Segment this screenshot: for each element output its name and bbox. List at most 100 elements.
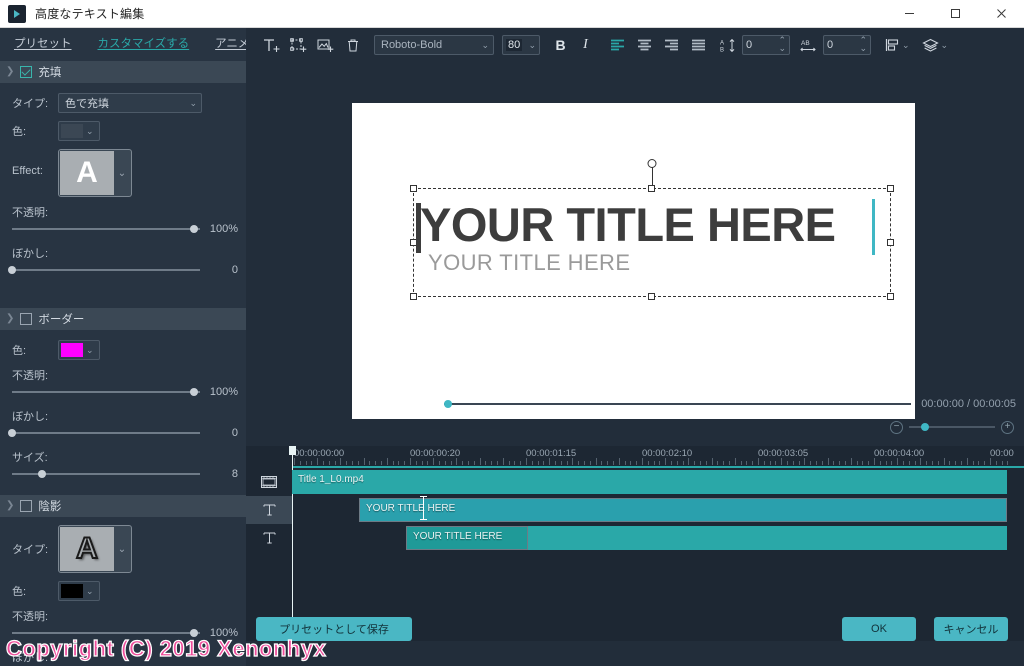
tab-animation[interactable]: アニメーション xyxy=(215,35,246,51)
window-title: 高度なテキスト編集 xyxy=(35,7,145,21)
text-cursor-secondary xyxy=(872,199,875,255)
main-panel: Roboto-Bold ⌄ 80 ⌄ B I AB 0 ⌃ ⌄ AB 0 ⌃ ⌄… xyxy=(246,28,1024,666)
section-header-border[interactable]: ❯ ボーダー xyxy=(0,308,246,330)
add-image-icon[interactable] xyxy=(312,32,339,58)
border-checkbox[interactable] xyxy=(20,313,33,325)
tab-customize[interactable]: カスタマイズする xyxy=(98,35,190,51)
copyright-watermark: Copyright (C) 2019 Xenonhyx xyxy=(5,635,327,661)
ruler-tick xyxy=(642,458,643,465)
slider-knob[interactable] xyxy=(8,266,16,274)
playback-time-display: 00:00:00 / 00:00:05 xyxy=(921,398,1016,410)
border-color-picker[interactable]: ⌄ xyxy=(58,340,100,360)
ruler-tick xyxy=(781,458,783,465)
preview-canvas[interactable]: YOUR TITLE HERE YOUR TITLE HERE xyxy=(352,103,915,419)
slider-track[interactable] xyxy=(12,629,200,637)
slider-knob[interactable] xyxy=(38,470,47,478)
slider-track[interactable] xyxy=(8,266,200,274)
stepper-arrows-icon[interactable]: ⌃ ⌄ xyxy=(859,36,867,53)
align-right-icon[interactable] xyxy=(658,32,685,58)
resize-handle-mr[interactable] xyxy=(887,238,894,246)
track-header-video[interactable] xyxy=(246,468,292,496)
ok-button[interactable]: OK xyxy=(842,617,916,641)
shadow-checkbox[interactable] xyxy=(20,500,33,512)
text-selection-box[interactable]: YOUR TITLE HERE YOUR TITLE HERE xyxy=(410,159,894,300)
zoom-out-icon[interactable]: − xyxy=(890,420,903,434)
fill-color-swatch xyxy=(61,124,83,138)
slider-track[interactable] xyxy=(12,470,200,478)
section-header-shadow[interactable]: ❯ 陰影 xyxy=(0,495,246,517)
resize-handle-tc[interactable] xyxy=(648,185,655,192)
ruler-tick xyxy=(804,458,806,465)
border-blur-slider[interactable]: 0 xyxy=(0,424,246,442)
ruler-label: 00:00 xyxy=(990,448,1014,459)
bold-button[interactable]: B xyxy=(548,32,573,58)
zoom-slider-handle[interactable] xyxy=(921,423,929,431)
fill-color-picker[interactable]: ⌄ xyxy=(58,121,100,141)
rotation-handle[interactable] xyxy=(647,159,657,168)
line-spacing-icon: AB xyxy=(714,32,741,58)
line-spacing-input[interactable]: 0 ⌃ ⌄ xyxy=(742,35,790,55)
trash-icon[interactable] xyxy=(339,32,366,58)
zoom-in-icon[interactable]: + xyxy=(1001,420,1014,434)
playhead-grip[interactable] xyxy=(289,446,296,455)
timeline-clip-text-2[interactable]: YOUR TITLE HERE xyxy=(406,526,528,550)
border-size-slider[interactable]: 8 xyxy=(0,465,246,483)
slider-knob[interactable] xyxy=(190,388,199,396)
cancel-button[interactable]: キャンセル xyxy=(934,617,1008,641)
align-left-icon[interactable] xyxy=(604,32,631,58)
slider-knob[interactable] xyxy=(8,429,16,437)
timeline-ruler[interactable]: 00:00:00:00 00:00:00:20 00:00:01:15 00:0… xyxy=(292,446,1024,468)
ruler-tick xyxy=(694,461,696,465)
fill-type-select[interactable]: 色で充填 ⌄ xyxy=(58,93,202,113)
timeline-clip-text-1[interactable]: YOUR TITLE HERE xyxy=(359,498,1007,522)
ruler-tick xyxy=(555,461,556,465)
add-shape-icon[interactable] xyxy=(285,32,312,58)
resize-handle-bl[interactable] xyxy=(410,293,417,300)
section-header-fill[interactable]: ❯ 充填 xyxy=(0,61,246,83)
layers-icon[interactable] xyxy=(917,32,944,58)
section-title-shadow: 陰影 xyxy=(38,501,62,513)
letter-spacing-input[interactable]: 0 ⌃ ⌄ xyxy=(823,35,871,55)
slider-track[interactable] xyxy=(12,388,200,396)
font-family-select[interactable]: Roboto-Bold ⌄ xyxy=(374,35,494,55)
playback-position-handle[interactable] xyxy=(444,400,452,408)
slider-track[interactable] xyxy=(8,429,200,437)
track-header-text-2[interactable] xyxy=(246,524,292,552)
close-button[interactable] xyxy=(978,0,1024,27)
shadow-type-selector[interactable]: A ⌄ xyxy=(58,525,132,573)
italic-button[interactable]: I xyxy=(573,32,598,58)
ruler-tick xyxy=(607,461,609,465)
chevron-down-icon[interactable]: ⌄ xyxy=(941,40,949,51)
playback-seek-bar[interactable] xyxy=(444,400,912,408)
chevron-down-icon[interactable]: ⌄ xyxy=(902,40,910,51)
add-text-icon[interactable] xyxy=(258,32,285,58)
maximize-button[interactable] xyxy=(932,0,978,27)
fill-blur-slider[interactable]: 0 xyxy=(0,261,246,279)
zoom-slider-track[interactable] xyxy=(909,423,995,431)
fill-opacity-slider[interactable]: 100% xyxy=(0,220,246,238)
slider-track[interactable] xyxy=(12,225,200,233)
border-opacity-slider[interactable]: 100% xyxy=(0,383,246,401)
resize-handle-br[interactable] xyxy=(887,293,894,300)
timeline-row: YOUR TITLE HERE xyxy=(292,524,1024,552)
shadow-color-picker[interactable]: ⌄ xyxy=(58,581,100,601)
resize-handle-tr[interactable] xyxy=(887,185,894,192)
resize-handle-tl[interactable] xyxy=(410,185,417,192)
fill-effect-selector[interactable]: A ⌄ xyxy=(58,149,132,197)
chevron-down-icon[interactable]: ⌄ xyxy=(114,151,130,195)
resize-handle-bc[interactable] xyxy=(648,293,655,300)
minimize-button[interactable] xyxy=(886,0,932,27)
ruler-tick xyxy=(334,461,336,465)
ruler-tick xyxy=(850,458,852,465)
shadow-color-label: 色: xyxy=(12,586,27,598)
slider-knob[interactable] xyxy=(190,225,199,233)
align-justify-icon[interactable] xyxy=(685,32,712,58)
font-size-select[interactable]: 80 ⌄ xyxy=(502,35,540,55)
timeline-clip-video[interactable]: Title 1_L0.mp4 xyxy=(292,470,1007,494)
align-center-icon[interactable] xyxy=(631,32,658,58)
stepper-arrows-icon[interactable]: ⌃ ⌄ xyxy=(778,36,786,53)
chevron-down-icon[interactable]: ⌄ xyxy=(114,527,130,571)
fill-checkbox[interactable] xyxy=(20,66,33,78)
track-header-text-1[interactable] xyxy=(246,496,292,524)
tab-preset[interactable]: プリセット xyxy=(14,35,72,51)
